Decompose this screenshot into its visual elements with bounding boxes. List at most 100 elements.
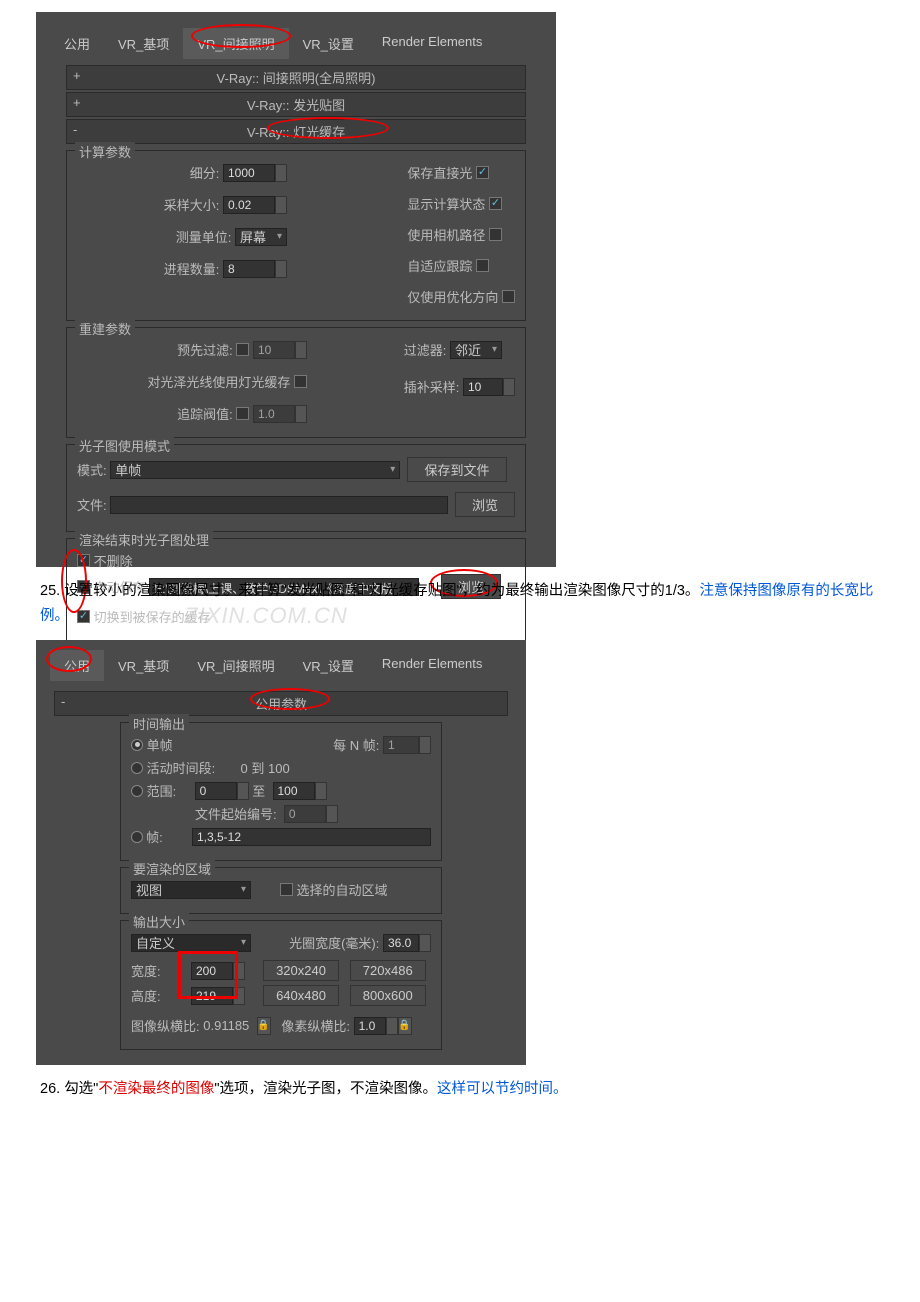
step-text-2: "选项，渲染光子图，不渲染图像。 — [214, 1081, 437, 1097]
group-title: 渲染结束时光子图处理 — [75, 530, 213, 549]
mode-dropdown[interactable]: 单帧 — [110, 461, 400, 479]
store-direct-checkbox[interactable] — [476, 166, 489, 179]
spinner-icon[interactable] — [295, 341, 307, 359]
adaptive-checkbox[interactable] — [476, 259, 489, 272]
preset-800x600[interactable]: 800x600 — [350, 985, 426, 1006]
width-label: 宽度: — [131, 961, 191, 980]
save-button[interactable]: 保存到文件 — [407, 457, 506, 482]
tab-common[interactable]: 公用 — [50, 28, 104, 59]
range-to[interactable]: 100 — [273, 782, 315, 800]
interp-input[interactable]: 10 — [463, 378, 503, 396]
frames-input[interactable]: 1,3,5-12 — [192, 828, 431, 846]
passes-input[interactable]: 8 — [223, 260, 275, 278]
opt-dir-label: 仅使用优化方向 — [407, 287, 498, 306]
scale-dropdown[interactable]: 屏幕 — [235, 228, 287, 246]
tab-vr-indirect[interactable]: VR_间接照明 — [183, 650, 288, 681]
frames-label: 帧: — [146, 827, 192, 846]
file-input[interactable] — [110, 496, 448, 514]
aperture-input[interactable]: 36.0 — [383, 934, 419, 952]
camera-path-checkbox[interactable] — [489, 228, 502, 241]
range-to-label: 至 — [252, 781, 265, 800]
browse-button[interactable]: 浏览 — [455, 492, 515, 517]
spinner-icon[interactable] — [275, 164, 287, 182]
file-label: 文件: — [77, 495, 107, 514]
file-num-input[interactable]: 0 — [284, 805, 326, 823]
spinner-icon[interactable] — [275, 196, 287, 214]
prefilter-label: 预先过滤: — [177, 340, 233, 359]
area-dropdown[interactable]: 视图 — [131, 881, 251, 899]
rollout-common-params[interactable]: - 公用参数 — [54, 691, 508, 716]
tab-vr-base[interactable]: VR_基项 — [104, 650, 183, 681]
scale-value: 屏幕 — [240, 227, 266, 246]
prefilter-input[interactable]: 10 — [253, 341, 295, 359]
tab-render-elements[interactable]: Render Elements — [368, 28, 496, 59]
trace-input[interactable]: 1.0 — [253, 405, 295, 423]
spinner-icon[interactable] — [315, 782, 327, 800]
width-input[interactable]: 200 — [191, 962, 233, 980]
height-input[interactable]: 219 — [191, 987, 233, 1005]
group-title: 时间输出 — [129, 714, 189, 733]
preset-720x486[interactable]: 720x486 — [350, 960, 426, 981]
sample-input[interactable]: 0.02 — [223, 196, 275, 214]
glossy-checkbox[interactable] — [294, 375, 307, 388]
nth-input[interactable]: 1 — [383, 736, 419, 754]
pixel-input[interactable]: 1.0 — [354, 1017, 386, 1035]
filter-dropdown[interactable]: 邻近 — [450, 341, 502, 359]
spinner-icon[interactable] — [295, 405, 307, 423]
auto-region-checkbox[interactable] — [280, 883, 293, 896]
render-tabs-2: 公用 VR_基项 VR_间接照明 VR_设置 Render Elements — [36, 640, 526, 685]
group-title: 光子图使用模式 — [75, 436, 174, 455]
frames-radio[interactable] — [131, 831, 143, 843]
trace-label: 追踪阀值: — [177, 404, 233, 423]
preset-640x480[interactable]: 640x480 — [263, 985, 339, 1006]
tab-vr-settings[interactable]: VR_设置 — [289, 28, 368, 59]
active-range: 0 到 100 — [241, 758, 290, 777]
tab-vr-indirect[interactable]: VR_间接照明 — [183, 28, 288, 59]
filter-label: 过滤器: — [404, 340, 447, 359]
lock-icon[interactable]: 🔒 — [398, 1017, 412, 1035]
common-params-panel: 公用 VR_基项 VR_间接照明 VR_设置 Render Elements -… — [36, 640, 526, 1065]
rollout-title: V-Ray:: 发光贴图 — [247, 98, 345, 113]
single-radio[interactable] — [131, 739, 143, 751]
rollout-irradiance[interactable]: +V-Ray:: 发光贴图 — [66, 92, 526, 117]
prefilter-checkbox[interactable] — [236, 343, 249, 356]
tab-label: 公用 — [64, 659, 90, 674]
collapse-icon: - — [61, 694, 65, 709]
spinner-icon[interactable] — [386, 1017, 398, 1035]
tab-vr-base[interactable]: VR_基项 — [104, 28, 183, 59]
preset-320x240[interactable]: 320x240 — [263, 960, 339, 981]
spinner-icon[interactable] — [275, 260, 287, 278]
tab-common[interactable]: 公用 — [50, 650, 104, 681]
spinner-icon[interactable] — [326, 805, 338, 823]
spinner-icon[interactable] — [419, 736, 431, 754]
range-from[interactable]: 0 — [195, 782, 237, 800]
preset-dropdown[interactable]: 自定义 — [131, 934, 251, 952]
subdiv-input[interactable]: 1000 — [223, 164, 275, 182]
range-label: 范围: — [147, 781, 195, 800]
dont-delete-checkbox[interactable] — [77, 554, 90, 567]
active-radio[interactable] — [131, 762, 143, 774]
aspect-value: 0.91185 — [203, 1018, 249, 1033]
spinner-icon[interactable] — [233, 987, 245, 1005]
spinner-icon[interactable] — [237, 782, 249, 800]
rollout-gi[interactable]: +V-Ray:: 间接照明(全局照明) — [66, 65, 526, 90]
lock-icon[interactable]: 🔒 — [257, 1017, 271, 1035]
range-radio[interactable] — [131, 785, 143, 797]
vray-indirect-panel: 公用 VR_基项 VR_间接照明 VR_设置 Render Elements +… — [36, 12, 556, 567]
tab-render-elements[interactable]: Render Elements — [368, 650, 496, 681]
group-title: 要渲染的区域 — [129, 859, 215, 878]
opt-dir-checkbox[interactable] — [502, 290, 515, 303]
tab-vr-settings[interactable]: VR_设置 — [289, 650, 368, 681]
nth-label: 每 N 帧: — [333, 735, 379, 754]
camera-path-label: 使用相机路径 — [407, 225, 485, 244]
rollout-title: 公用参数 — [255, 697, 307, 712]
step-text-1: 勾选" — [64, 1081, 98, 1097]
spinner-icon[interactable] — [503, 378, 515, 396]
scale-label: 测量单位: — [176, 227, 232, 246]
spinner-icon[interactable] — [233, 962, 245, 980]
trace-checkbox[interactable] — [236, 407, 249, 420]
rollout-lightcache[interactable]: -V-Ray:: 灯光缓存 — [66, 119, 526, 144]
spinner-icon[interactable] — [419, 934, 431, 952]
show-calc-checkbox[interactable] — [489, 197, 502, 210]
group-recon: 重建参数 预先过滤: 10 对光泽光线使用灯光缓存 追踪阀值: 1.0 过滤器:… — [66, 327, 526, 438]
